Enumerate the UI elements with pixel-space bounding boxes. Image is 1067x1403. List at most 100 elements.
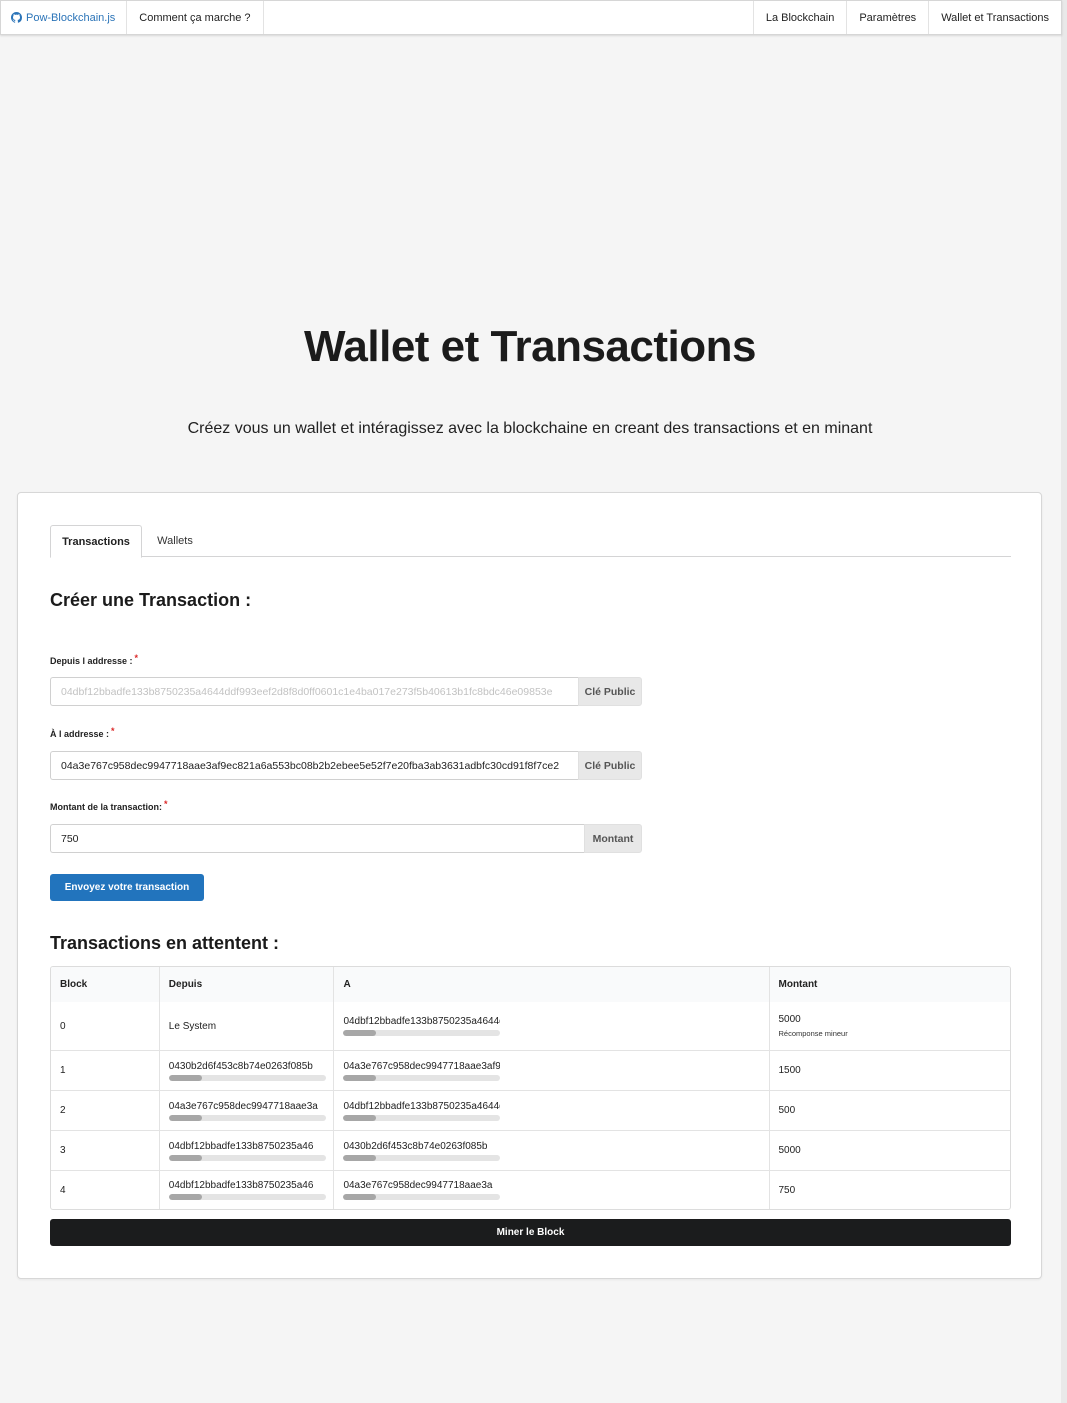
block-cell: 0 xyxy=(60,1020,66,1032)
amount-cell: 500 xyxy=(768,1091,1011,1130)
column-amount: Montant xyxy=(768,967,1011,1002)
to-address-input[interactable]: 04a3e767c958dec9947718aae3af9ec821a6a553… xyxy=(50,751,578,780)
from-address: 04a3e767c958dec9947718aae3a xyxy=(168,1100,318,1112)
to-address-group: 04a3e767c958dec9947718aae3af9ec821a6a553… xyxy=(50,751,642,780)
to-scroll-bar[interactable] xyxy=(343,1114,501,1121)
from-address-label: Depuis l addresse : * xyxy=(50,653,139,666)
amount-cell: 750 xyxy=(768,1171,1011,1209)
to-scroll-thumb[interactable] xyxy=(343,1154,377,1161)
tab-wallets[interactable]: Wallets xyxy=(142,525,208,557)
to-cell: 0430b2d6f453c8b74e0263f085b xyxy=(333,1131,768,1170)
from-cell: 04a3e767c958dec9947718aae3a xyxy=(158,1091,334,1130)
table-row: 3 04dbf12bbadfe133b8750235a46 0430b2d6f453… xyxy=(51,1130,1010,1170)
to-cell: 04a3e767c958dec9947718aae3a xyxy=(333,1171,768,1209)
from-address-label-text: Depuis l addresse : xyxy=(50,656,133,666)
to-scroll-thumb[interactable] xyxy=(343,1114,377,1121)
amount-group: 750 Montant xyxy=(50,824,642,853)
from-address: 0430b2d6f453c8b74e0263f085b xyxy=(168,1060,313,1072)
amount-value: 750 xyxy=(778,1184,796,1196)
from-address: 04dbf12bbadfe133b8750235a46 xyxy=(168,1140,314,1152)
tab-transactions[interactable]: Transactions xyxy=(50,525,142,558)
to-address: 04a3e767c958dec9947718aae3a xyxy=(343,1180,493,1191)
from-cell: 04dbf12bbadfe133b8750235a46 xyxy=(158,1131,334,1170)
from-scroll-bar[interactable] xyxy=(168,1074,326,1081)
pending-transactions-table: Block Depuis A Montant 0 Le System 04dbf12… xyxy=(50,966,1011,1210)
from-address-group: 04dbf12bbadfe133b8750235a4644ddf993eef2d… xyxy=(50,677,642,706)
amount-label: Montant de la transaction: * xyxy=(50,799,168,812)
required-mark: * xyxy=(164,799,168,809)
nav-wallet-transactions[interactable]: Wallet et Transactions xyxy=(929,1,1061,34)
amount-value: 500 xyxy=(778,1105,796,1116)
to-scroll-bar[interactable] xyxy=(343,1030,501,1036)
table-row: 2 04a3e767c958dec9947718aae3a 04dbf12bbadf… xyxy=(51,1090,1010,1130)
amount-label-text: Montant de la transaction: xyxy=(50,802,163,812)
block-cell: 4 xyxy=(60,1184,66,1196)
send-transaction-button[interactable]: Envoyez votre transaction xyxy=(50,874,204,901)
amount-cell: 5000 Récomponse mineur xyxy=(768,1002,1011,1050)
table-row: 4 04dbf12bbadfe133b8750235a46 04a3e767c958… xyxy=(51,1170,1010,1209)
to-address: 04dbf12bbadfe133b8750235a4644ddf993eef2d… xyxy=(343,1100,500,1112)
amount-value: 5000 xyxy=(778,1014,801,1025)
to-address: 04dbf12bbadfe133b8750235a4644ddf993eef2d… xyxy=(343,1016,500,1027)
amount-input[interactable]: 750 xyxy=(50,824,584,853)
scrollbar[interactable] xyxy=(1061,0,1067,1403)
nav-how-it-works[interactable]: Comment ça marche ? xyxy=(127,1,264,34)
from-scroll-thumb[interactable] xyxy=(168,1194,202,1200)
table-body: 0 Le System 04dbf12bbadfe133b8750235a4644d… xyxy=(51,1002,1010,1209)
nav-right-group: La Blockchain Paramètres Wallet et Trans… xyxy=(754,1,1061,34)
from-address: 04dbf12bbadfe133b8750235a46 xyxy=(168,1180,314,1191)
to-scroll-bar[interactable] xyxy=(343,1074,501,1081)
to-scroll-thumb[interactable] xyxy=(343,1074,377,1081)
from-scroll-thumb[interactable] xyxy=(168,1154,202,1161)
from-scroll-thumb[interactable] xyxy=(168,1114,202,1121)
to-public-key-addon: Clé Public xyxy=(578,751,642,780)
to-cell: 04a3e767c958dec9947718aae3af9ec821a6a553… xyxy=(333,1051,768,1090)
nav-blockchain[interactable]: La Blockchain xyxy=(754,1,848,34)
from-scroll-bar[interactable] xyxy=(168,1154,326,1161)
amount-value: 1500 xyxy=(778,1065,801,1076)
page-title: Wallet et Transactions xyxy=(304,322,756,371)
to-cell: 04dbf12bbadfe133b8750235a4644ddf993eef2d… xyxy=(333,1091,768,1130)
from-address-input[interactable]: 04dbf12bbadfe133b8750235a4644ddf993eef2d… xyxy=(50,677,578,706)
column-to: A xyxy=(333,967,768,1002)
block-cell: 2 xyxy=(60,1105,66,1116)
from-scroll-bar[interactable] xyxy=(168,1194,326,1200)
to-scroll-thumb[interactable] xyxy=(343,1030,377,1036)
nav-spacer xyxy=(264,1,754,34)
from-address: Le System xyxy=(168,1020,217,1032)
to-address-label-text: À l addresse : xyxy=(50,729,110,739)
from-cell: 0430b2d6f453c8b74e0263f085b xyxy=(158,1051,334,1090)
mine-block-button[interactable]: Miner le Block xyxy=(50,1219,1011,1246)
page-subtitle: Créez vous un wallet et intéragissez ave… xyxy=(187,420,873,437)
from-scroll-thumb[interactable] xyxy=(168,1074,202,1081)
required-mark: * xyxy=(134,653,139,663)
amount-addon: Montant xyxy=(584,824,642,853)
from-scroll-bar[interactable] xyxy=(168,1114,326,1121)
required-mark: * xyxy=(111,726,115,736)
create-transaction-heading: Créer une Transaction : xyxy=(50,590,252,610)
to-cell: 04dbf12bbadfe133b8750235a4644ddf993eef2d… xyxy=(333,1002,768,1050)
table-header: Block Depuis A Montant xyxy=(51,967,1010,1002)
tab-bar: Transactions Wallets xyxy=(50,525,1011,558)
pending-transactions-heading: Transactions en attentent : xyxy=(50,933,280,953)
table-row: 0 Le System 04dbf12bbadfe133b8750235a4644d… xyxy=(51,1002,1010,1050)
to-scroll-thumb[interactable] xyxy=(343,1194,377,1200)
github-icon xyxy=(11,12,22,23)
miner-reward-note: Récomponse mineur xyxy=(778,1029,848,1038)
from-cell: 04dbf12bbadfe133b8750235a46 xyxy=(158,1171,334,1209)
brand-label: Pow-Blockchain.js xyxy=(26,11,116,24)
main-card: Transactions Wallets Créer une Transacti… xyxy=(17,492,1042,1279)
column-from: Depuis xyxy=(158,967,334,1002)
from-public-key-addon: Clé Public xyxy=(578,677,642,706)
column-block: Block xyxy=(60,979,88,990)
to-address: 0430b2d6f453c8b74e0263f085b xyxy=(343,1140,488,1152)
amount-value: 5000 xyxy=(778,1145,801,1156)
to-scroll-bar[interactable] xyxy=(343,1194,501,1200)
block-cell: 1 xyxy=(60,1065,66,1076)
table-row: 1 0430b2d6f453c8b74e0263f085b 04a3e767c958… xyxy=(51,1050,1010,1090)
amount-cell: 5000 xyxy=(768,1131,1011,1170)
github-link[interactable]: Pow-Blockchain.js xyxy=(1,1,128,34)
to-scroll-bar[interactable] xyxy=(343,1154,501,1161)
nav-settings[interactable]: Paramètres xyxy=(847,1,930,34)
amount-cell: 1500 xyxy=(768,1051,1011,1090)
